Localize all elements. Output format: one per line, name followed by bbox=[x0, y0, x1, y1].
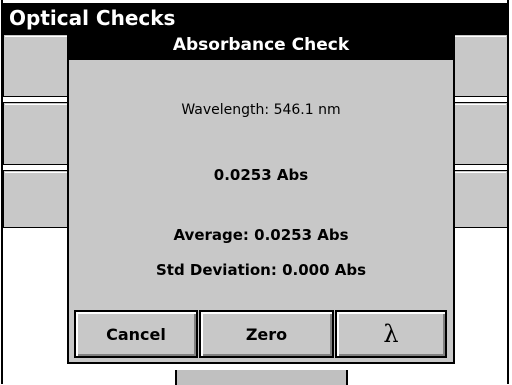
wavelength-label: Wavelength: 546.1 nm bbox=[181, 102, 341, 118]
std-deviation-value: Std Deviation: 0.000 Abs bbox=[155, 261, 367, 279]
zero-button-label: Zero bbox=[245, 324, 288, 344]
cancel-button[interactable]: Cancel bbox=[74, 310, 198, 358]
lambda-icon: λ bbox=[383, 320, 399, 348]
cancel-button-label: Cancel bbox=[106, 324, 166, 344]
average-value: Average: 0.0253 Abs bbox=[173, 226, 349, 244]
absorbance-reading: 0.0253 Abs bbox=[213, 166, 309, 184]
absorbance-check-dialog: Absorbance Check Wavelength: 546.1 nm 0.… bbox=[67, 29, 455, 364]
dialog-title: Absorbance Check bbox=[69, 31, 453, 60]
background-bottom-panel bbox=[175, 370, 348, 385]
zero-button[interactable]: Zero bbox=[199, 310, 334, 358]
wavelength-button[interactable]: λ bbox=[335, 310, 447, 358]
